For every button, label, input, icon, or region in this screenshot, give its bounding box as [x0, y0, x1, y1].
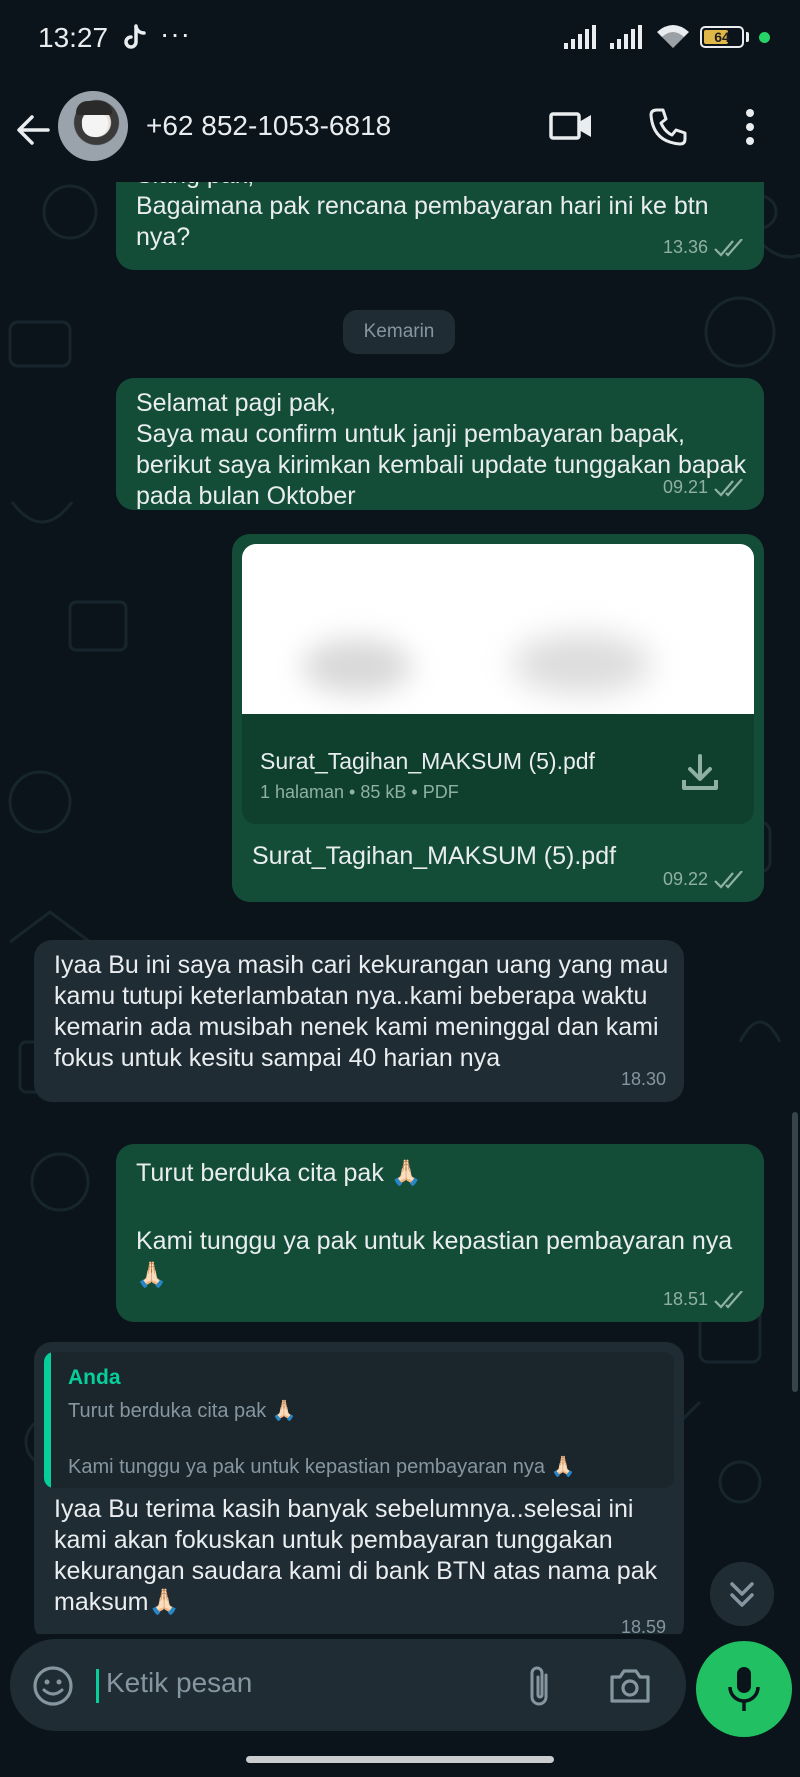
camera-icon[interactable]	[608, 1665, 652, 1705]
battery-icon: 64	[700, 26, 744, 48]
read-ticks-icon	[714, 478, 743, 497]
message-document[interactable]: Surat_Tagihan_MAKSUM (5).pdf 1 halaman •…	[232, 534, 764, 902]
message-outgoing[interactable]: Turut berduka cita pak 🙏🏻 Kami tunggu ya…	[116, 1144, 764, 1322]
chat-header: +62 852-1053-6818	[0, 80, 800, 182]
message-time: 09.22	[662, 869, 708, 889]
message-meta: 18.59	[621, 1617, 666, 1634]
message-time: 13.36	[662, 237, 708, 257]
avatar-cap	[76, 101, 112, 115]
scroll-to-bottom-icon[interactable]	[710, 1562, 774, 1626]
preview-blur	[512, 634, 652, 694]
quote-text: Kami tunggu ya pak untuk kepastian pemba…	[68, 1456, 576, 1478]
read-ticks-icon	[714, 238, 743, 257]
message-outgoing[interactable]: Selamat pagi pak, Saya mau confirm untuk…	[116, 378, 764, 510]
message-meta: 09.22	[663, 869, 746, 890]
avatar[interactable]	[58, 91, 128, 161]
message-meta: 09.21	[663, 477, 746, 498]
tiktok-icon	[124, 24, 146, 49]
message-meta: 18.30	[621, 1069, 666, 1090]
message-text: Turut berduka cita pak 🙏🏻 Kami tunggu ya…	[136, 1159, 733, 1289]
status-more: ···	[160, 18, 191, 49]
message-incoming-reply[interactable]: Anda Turut berduka cita pak 🙏🏻 Kami tung…	[34, 1342, 684, 1634]
emoji-icon[interactable]	[32, 1665, 74, 1707]
message-text: Iyaa Bu ini saya masih cari kekurangan u…	[54, 951, 676, 1072]
preview-blur	[302, 639, 412, 694]
privacy-dot	[759, 31, 770, 43]
document-name: Surat_Tagihan_MAKSUM (5).pdf	[260, 748, 595, 774]
document-preview[interactable]	[242, 544, 754, 714]
read-ticks-icon	[714, 1290, 743, 1309]
quote-author: Anda	[68, 1366, 121, 1389]
quoted-message[interactable]: Anda Turut berduka cita pak 🙏🏻 Kami tung…	[44, 1352, 674, 1488]
status-time: 13:27	[38, 22, 109, 53]
message-input[interactable]: Ketik pesan	[10, 1639, 686, 1731]
signal-icon	[564, 25, 596, 49]
wifi-icon	[657, 25, 689, 48]
video-call-icon[interactable]	[548, 106, 594, 146]
status-bar: 13:27 ··· 64	[0, 0, 800, 80]
attach-icon[interactable]	[524, 1663, 554, 1709]
battery-tip	[746, 32, 749, 42]
message-outgoing[interactable]: Siang pak, Bagaimana pak rencana pembaya…	[116, 182, 764, 270]
message-time: 18.51	[662, 1289, 708, 1309]
message-time: 09.21	[662, 477, 708, 497]
download-icon[interactable]	[680, 752, 720, 792]
contact-name[interactable]: +62 852-1053-6818	[146, 110, 391, 142]
status-indicators: 64	[564, 24, 770, 50]
composer-bar: Ketik pesan	[0, 1634, 800, 1744]
message-text: Iyaa Bu terima kasih banyak sebelumnya..…	[54, 1495, 665, 1616]
mic-button[interactable]	[696, 1641, 792, 1737]
back-arrow-icon[interactable]	[14, 110, 54, 150]
signal-icon	[610, 25, 642, 49]
read-ticks-icon	[714, 870, 743, 889]
avatar-mask	[82, 115, 108, 137]
chat-area[interactable]: Siang pak, Bagaimana pak rencana pembaya…	[0, 182, 800, 1634]
quote-bar	[44, 1352, 51, 1488]
battery-level: 64	[714, 29, 730, 45]
text-caret	[96, 1669, 99, 1703]
mic-icon	[728, 1667, 760, 1711]
message-time: 18.59	[620, 1617, 666, 1634]
message-incoming[interactable]: Iyaa Bu ini saya masih cari kekurangan u…	[34, 940, 684, 1102]
message-meta: 13.36	[663, 237, 746, 258]
message-placeholder: Ketik pesan	[106, 1667, 253, 1698]
scrollbar[interactable]	[792, 1112, 798, 1392]
phone-icon[interactable]	[647, 106, 689, 148]
quote-text: Turut berduka cita pak 🙏🏻	[68, 1400, 297, 1422]
message-time: 18.30	[620, 1069, 666, 1089]
date-divider: Kemarin	[343, 310, 455, 354]
document-meta: 1 halaman • 85 kB • PDF	[260, 782, 459, 802]
more-vert-icon[interactable]	[744, 108, 756, 146]
message-meta: 18.51	[663, 1289, 746, 1310]
document-caption: Surat_Tagihan_MAKSUM (5).pdf	[252, 842, 617, 870]
document-info[interactable]: Surat_Tagihan_MAKSUM (5).pdf 1 halaman •…	[242, 714, 754, 824]
gesture-nav-bar[interactable]	[246, 1756, 554, 1763]
